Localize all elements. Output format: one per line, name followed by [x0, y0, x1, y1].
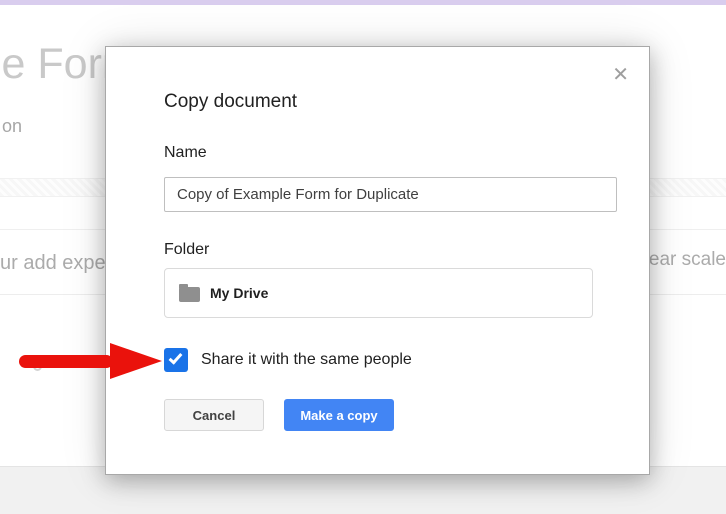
- make-a-copy-button[interactable]: Make a copy: [284, 399, 394, 431]
- close-icon[interactable]: ✕: [612, 65, 629, 85]
- screen: le Form for Duplicate on ur add expe ear…: [0, 0, 726, 514]
- share-checkbox[interactable]: [164, 348, 188, 372]
- background-form-description: on: [2, 116, 22, 137]
- annotation-arrow-head: [110, 343, 162, 379]
- background-question-text: ur add expe: [0, 252, 106, 275]
- share-checkbox-label: Share it with the same people: [201, 351, 412, 369]
- dialog-title: Copy document: [164, 91, 297, 113]
- background-question-type-text: ear scale: [649, 249, 726, 271]
- checkmark-icon: [169, 350, 183, 364]
- folder-field-label: Folder: [164, 241, 209, 259]
- folder-selector[interactable]: My Drive: [164, 268, 593, 318]
- cancel-button[interactable]: Cancel: [164, 399, 264, 431]
- folder-name: My Drive: [210, 285, 268, 301]
- name-field-label: Name: [164, 144, 207, 162]
- folder-icon: [179, 287, 200, 302]
- name-input[interactable]: [164, 177, 617, 212]
- copy-document-dialog: ✕ Copy document Name Folder My Drive Sha…: [105, 46, 650, 475]
- form-theme-color-bar: [0, 0, 726, 5]
- annotation-arrow-shaft: [19, 355, 113, 368]
